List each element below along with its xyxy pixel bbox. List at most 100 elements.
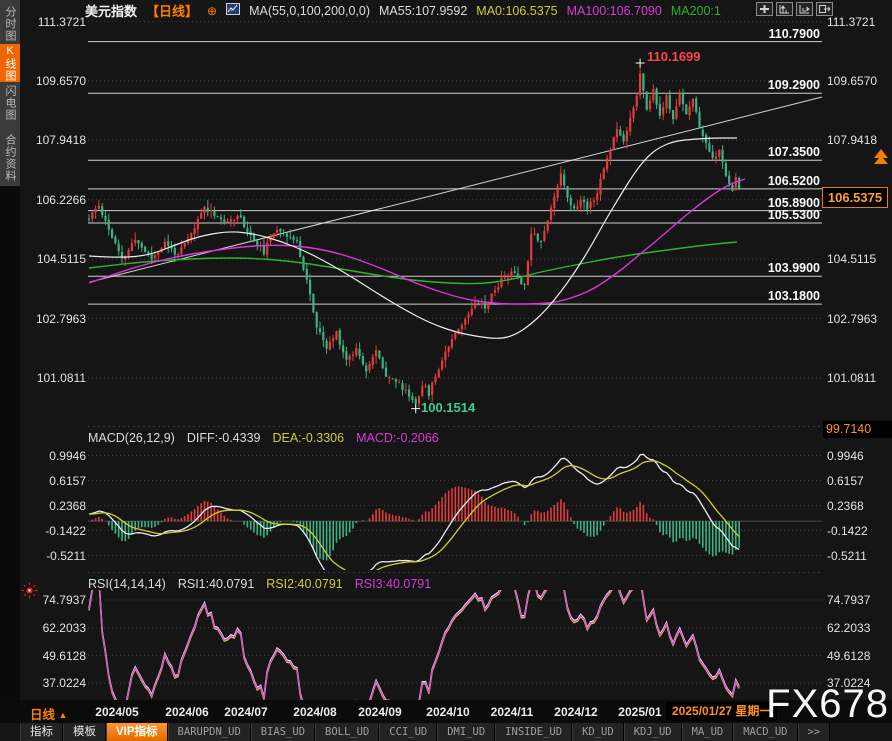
zoom-x-axis-button[interactable] <box>796 2 813 16</box>
price-axis-label: 107.9418 <box>827 133 891 147</box>
app-window: 分时图 K线图 闪电图 合约资料 美元指数 【日线】 ⊕ MA(55,0,100… <box>0 0 892 741</box>
toolbar-item-indicators[interactable]: 指标 <box>20 723 63 741</box>
toolbar-item-more[interactable]: >> <box>798 723 831 741</box>
support-line-label: 109.2900 <box>700 78 820 92</box>
macd-axis-tag: 99.7140 <box>823 421 892 438</box>
sidebar-tab-contract-info[interactable]: 合约资料 <box>0 134 20 182</box>
rsi3-value: RSI3:40.0791 <box>355 577 431 591</box>
toolbar-item-cci[interactable]: CCI_UD <box>379 723 437 741</box>
symbol-title: 美元指数 <box>85 1 137 20</box>
price-axis-label: 109.6570 <box>24 74 86 88</box>
zoom-y-axis-button[interactable] <box>776 2 793 16</box>
pan-mode-button[interactable] <box>756 2 773 16</box>
macd-axis-label: -0.1422 <box>827 524 891 538</box>
toolbar-item-macd[interactable]: MACD_UD <box>733 723 797 741</box>
period-tag: 【日线】 <box>146 1 198 20</box>
support-line-label: 103.1800 <box>700 289 820 303</box>
month-label: 2024/11 <box>480 705 544 719</box>
toolbar-item-kdj[interactable]: KDJ_UD <box>624 723 682 741</box>
macd-axis-label: -0.5211 <box>24 549 86 563</box>
rsi-axis-label: 37.0224 <box>24 676 86 690</box>
chevron-up-icon: ▲ <box>59 710 68 720</box>
macd-axis-label: 0.6157 <box>24 474 86 488</box>
chart-thumbnail-icon <box>226 3 240 18</box>
rsi-axis-label: 62.2033 <box>24 621 86 635</box>
toolbar-item-kd[interactable]: KD_UD <box>572 723 624 741</box>
month-label: 2024/12 <box>544 705 608 719</box>
macd-axis-label: -0.5211 <box>827 549 891 563</box>
ma0-value: MA0:106.5375 <box>476 4 557 18</box>
macd-axis-label: -0.1422 <box>24 524 86 538</box>
rsi-axis-label: 74.7937 <box>827 593 891 607</box>
month-label: 2024/10 <box>416 705 480 719</box>
exit-button[interactable] <box>816 2 833 16</box>
chart-canvas[interactable] <box>0 0 892 741</box>
macd-axis-label: 0.9946 <box>827 449 891 463</box>
ma100-value: MA100:106.7090 <box>567 4 662 18</box>
period-selector-label: 日线 <box>30 708 55 722</box>
sidebar-tab-kline[interactable]: K线图 <box>0 44 20 82</box>
rsi-axis-label: 37.0224 <box>827 676 891 690</box>
rsi-axis-label: 49.6128 <box>827 649 891 663</box>
ma55-value: MA55:107.9592 <box>379 4 467 18</box>
price-axis-label: 106.2266 <box>24 193 86 207</box>
high-price-label: 110.1699 <box>647 49 701 64</box>
rsi2-value: RSI2:40.0791 <box>266 577 342 591</box>
price-axis-label: 101.0811 <box>24 371 86 385</box>
price-axis-label: 111.3721 <box>24 15 86 29</box>
indicator-toolbar: 指标 模板 VIP指标 BARUPDN_UD BIAS_UD BOLL_UD C… <box>20 723 892 741</box>
macd-axis-label: 0.2368 <box>24 499 86 513</box>
red-flare-icon[interactable] <box>21 582 38 604</box>
chart-header: 美元指数 【日线】 ⊕ MA(55,0,100,200,0,0) MA55:10… <box>85 1 721 20</box>
toolbar-item-boll[interactable]: BOLL_UD <box>315 723 379 741</box>
price-axis-label: 109.6570 <box>827 74 891 88</box>
price-axis-label: 102.7963 <box>827 312 891 326</box>
support-line-label: 103.9900 <box>700 261 820 275</box>
macd-title: MACD(26,12,9) <box>88 431 175 445</box>
current-date-box: 2025/01/27 星期一 <box>666 702 777 721</box>
macd-diff-value: DIFF:-0.4339 <box>187 431 261 445</box>
month-label: 2024/05 <box>85 705 149 719</box>
support-line-label: 106.5200 <box>700 174 820 188</box>
month-label: 2024/08 <box>283 705 347 719</box>
macd-dea-value: DEA:-0.3306 <box>272 431 344 445</box>
macd-axis-label: 0.6157 <box>827 474 891 488</box>
toolbar-item-dmi[interactable]: DMI_UD <box>437 723 495 741</box>
sidebar-tab-flash[interactable]: 闪电图 <box>0 84 20 122</box>
price-axis-label: 104.5115 <box>827 252 891 266</box>
month-label: 2025/01 <box>608 705 672 719</box>
price-axis-label: 104.5115 <box>24 252 86 266</box>
period-selector[interactable]: 日线 ▲ <box>30 704 67 723</box>
toolbar-item-vip[interactable]: VIP指标 <box>106 723 168 741</box>
price-axis-label: 102.7963 <box>24 312 86 326</box>
toolbar-item-barupdn[interactable]: BARUPDN_UD <box>168 723 251 741</box>
sidebar-tab-timeshare[interactable]: 分时图 <box>0 6 20 42</box>
toolbar-item-bias[interactable]: BIAS_UD <box>251 723 315 741</box>
price-axis-label: 107.9418 <box>24 133 86 147</box>
low-price-label: 100.1514 <box>421 400 475 415</box>
rsi-axis-label: 49.6128 <box>24 649 86 663</box>
rsi1-value: RSI1:40.0791 <box>178 577 254 591</box>
macd-axis-label: 0.2368 <box>827 499 891 513</box>
sidebar-lower <box>0 186 20 700</box>
macd-header: MACD(26,12,9) DIFF:-0.4339 DEA:-0.3306 M… <box>88 431 439 445</box>
add-indicator-icon[interactable]: ⊕ <box>207 4 217 18</box>
toolbar-item-templates[interactable]: 模板 <box>63 723 106 741</box>
month-label: 2024/09 <box>348 705 412 719</box>
chart-toolbuttons <box>756 2 833 16</box>
rsi-axis-label: 62.2033 <box>827 621 891 635</box>
toolbar-item-ma[interactable]: MA_UD <box>682 723 734 741</box>
support-line-label: 110.7900 <box>700 27 820 41</box>
current-price-tag: 106.5375 <box>822 187 888 208</box>
rsi-header: RSI(14,14,14) RSI1:40.0791 RSI2:40.0791 … <box>88 577 431 591</box>
price-arrow-marker <box>872 148 890 171</box>
support-line-label: 107.3500 <box>700 145 820 159</box>
price-axis-label: 111.3721 <box>827 15 891 29</box>
support-line-label: 105.5300 <box>700 208 820 222</box>
price-axis-label: 101.0811 <box>827 371 891 385</box>
macd-value: MACD:-0.2066 <box>356 431 439 445</box>
month-label: 2024/06 <box>155 705 219 719</box>
toolbar-item-inside[interactable]: INSIDE_UD <box>495 723 572 741</box>
rsi-title: RSI(14,14,14) <box>88 577 166 591</box>
ma200-value: MA200:1 <box>671 4 721 18</box>
